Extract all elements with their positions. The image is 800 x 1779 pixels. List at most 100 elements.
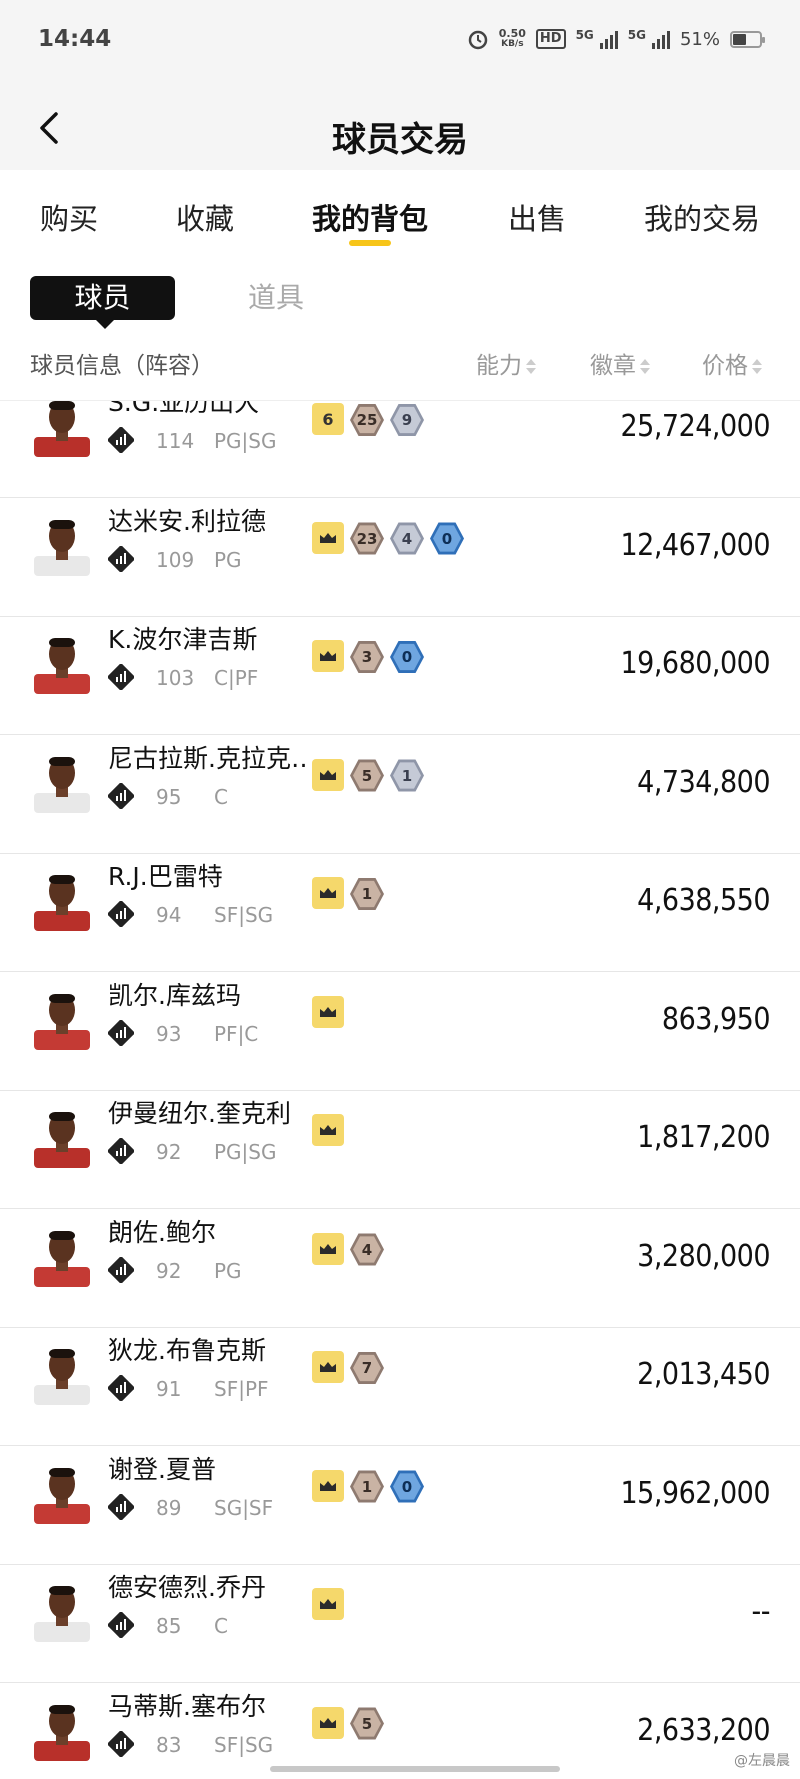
player-rating: 85 [156, 1614, 181, 1638]
player-rating: 95 [156, 785, 181, 809]
player-name: K.波尔津吉斯 [108, 620, 257, 656]
player-name: 凯尔.库兹玛 [108, 976, 241, 1012]
list-item[interactable]: 德安德烈.乔丹85C-- [0, 1564, 800, 1683]
player-name: 朗佐.鲍尔 [108, 1213, 216, 1249]
player-avatar [30, 867, 94, 931]
segment-items[interactable]: 道具 [248, 276, 304, 320]
home-indicator[interactable] [270, 1766, 560, 1772]
blue-badge: 0 [430, 522, 464, 556]
badge-group: 1 [312, 877, 384, 911]
list-item[interactable]: 尼古拉斯.克拉克…95C514,734,800 [0, 735, 800, 854]
player-position: C|PF [214, 666, 258, 690]
network-5g-label: 5G [576, 28, 594, 42]
tab-my-bag[interactable]: 我的背包 [312, 196, 428, 238]
signal-icon [600, 29, 618, 49]
segment-players[interactable]: 球员 [30, 276, 175, 320]
badge-group [312, 1114, 344, 1146]
player-avatar [30, 1460, 94, 1524]
ability-icon [108, 1375, 134, 1401]
player-price: 12,467,000 [621, 528, 770, 563]
tab-favorites[interactable]: 收藏 [176, 196, 234, 238]
crown-badge-icon [312, 640, 344, 672]
player-avatar [30, 1697, 94, 1761]
list-item[interactable]: 朗佐.鲍尔92PG43,280,000 [0, 1209, 800, 1328]
player-name: 达米安.利拉德 [108, 502, 266, 538]
column-badge[interactable]: 徽章 [590, 346, 650, 380]
player-avatar [30, 749, 94, 813]
player-rating: 114 [156, 429, 194, 453]
crown-badge-icon [312, 1470, 344, 1502]
sort-icon [640, 358, 650, 376]
ability-icon [108, 1257, 134, 1283]
player-avatar [30, 630, 94, 694]
column-price[interactable]: 价格 [702, 346, 762, 380]
list-item[interactable]: S.G.亚历山大114PG|SG625925,724,000 [0, 400, 800, 498]
list-item[interactable]: K.波尔津吉斯103C|PF3019,680,000 [0, 616, 800, 735]
network-5g-label-2: 5G [628, 28, 646, 42]
player-list[interactable]: S.G.亚历山大114PG|SG625925,724,000达米安.利拉德109… [0, 400, 800, 1779]
badge-group [312, 1588, 344, 1620]
player-price: 4,734,800 [637, 765, 770, 800]
badge-group: 51 [312, 759, 424, 793]
column-ability[interactable]: 能力 [476, 346, 536, 380]
status-bar: 14:44 0.50KB/s HD 5G 5G 51% [0, 0, 800, 86]
badge-group: 30 [312, 640, 424, 674]
list-item[interactable]: 狄龙.布鲁克斯91SF|PF72,013,450 [0, 1327, 800, 1446]
list-item[interactable]: 达米安.利拉德109PG234012,467,000 [0, 498, 800, 617]
battery-icon [730, 31, 762, 48]
crown-badge-icon [312, 877, 344, 909]
tab-sell[interactable]: 出售 [508, 196, 566, 238]
sort-icon [752, 358, 762, 376]
player-name: 谢登.夏普 [108, 1450, 216, 1486]
brown-badge: 5 [350, 759, 384, 793]
player-avatar [30, 1104, 94, 1168]
ability-icon [108, 546, 134, 572]
net-speed: 0.50KB/s [499, 28, 526, 50]
player-rating: 91 [156, 1377, 181, 1401]
player-price: 15,962,000 [621, 1476, 770, 1511]
brown-badge: 5 [350, 1707, 384, 1741]
crown-badge-icon [312, 1351, 344, 1383]
list-item[interactable]: 马蒂斯.塞布尔83SF|SG52,633,200 [0, 1683, 800, 1779]
player-rating: 92 [156, 1259, 181, 1283]
ability-icon [108, 1612, 134, 1638]
player-name: 尼古拉斯.克拉克… [108, 739, 308, 775]
active-tab-indicator [349, 240, 391, 246]
player-price: 25,724,000 [621, 409, 770, 444]
brown-badge: 1 [350, 1470, 384, 1504]
signal-icon-2 [652, 29, 670, 49]
crown-badge-icon [312, 1588, 344, 1620]
player-name: S.G.亚历山大 [108, 400, 259, 419]
status-time: 14:44 [38, 26, 111, 52]
ability-icon [108, 1138, 134, 1164]
list-item[interactable]: 谢登.夏普89SG|SF1015,962,000 [0, 1446, 800, 1565]
player-name: 伊曼纽尔.奎克利 [108, 1094, 291, 1130]
list-item[interactable]: R.J.巴雷特94SF|SG14,638,550 [0, 853, 800, 972]
ability-icon [108, 664, 134, 690]
player-price: 1,817,200 [637, 1120, 770, 1155]
watermark: @左晨晨 [734, 1750, 790, 1770]
player-price: -- [752, 1594, 770, 1629]
tab-my-trades[interactable]: 我的交易 [644, 196, 760, 238]
level-badge: 6 [312, 403, 344, 435]
crown-badge-icon [312, 1233, 344, 1265]
ability-icon [108, 1731, 134, 1757]
player-avatar [30, 986, 94, 1050]
tab-buy[interactable]: 购买 [40, 196, 98, 238]
player-position: SF|SG [214, 903, 273, 927]
silver-badge: 4 [390, 522, 424, 556]
player-name: 狄龙.布鲁克斯 [108, 1331, 266, 1367]
app-header: 球员交易 [0, 86, 800, 170]
ability-icon [108, 783, 134, 809]
silver-badge: 1 [390, 759, 424, 793]
blue-badge: 0 [390, 1470, 424, 1504]
crown-badge-icon [312, 522, 344, 554]
player-avatar [30, 512, 94, 576]
player-position: PG|SG [214, 429, 277, 453]
player-rating: 92 [156, 1140, 181, 1164]
list-item[interactable]: 凯尔.库兹玛93PF|C863,950 [0, 972, 800, 1091]
player-avatar [30, 1223, 94, 1287]
list-item[interactable]: 伊曼纽尔.奎克利92PG|SG1,817,200 [0, 1090, 800, 1209]
player-rating: 109 [156, 548, 194, 572]
sort-icon [526, 358, 536, 376]
